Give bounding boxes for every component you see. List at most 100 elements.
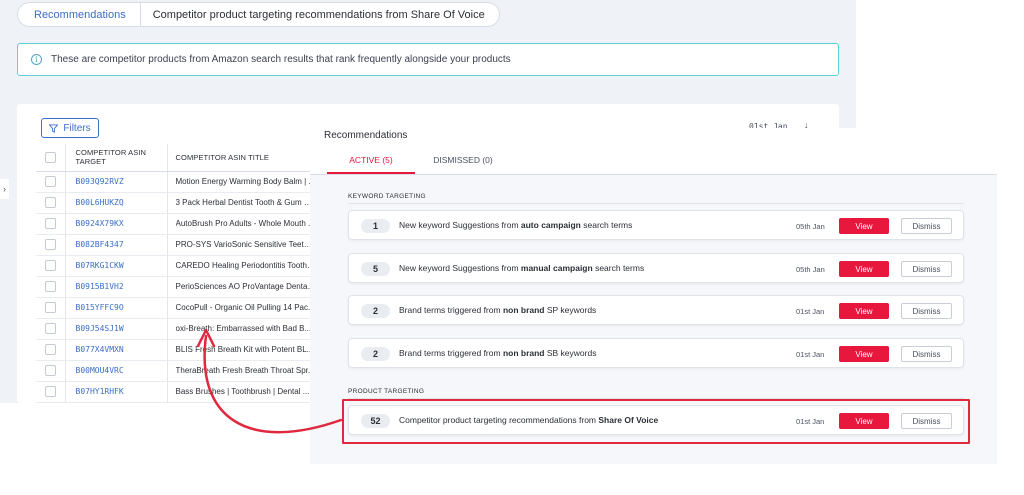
asin-link[interactable]: B0915B1VH2 xyxy=(65,276,168,298)
recommendation-text-highlight: non brand xyxy=(502,305,545,315)
row-checkbox[interactable] xyxy=(44,176,56,188)
asin-title-cell: PerioSciences AO ProVantage Dental ... xyxy=(167,276,326,298)
row-checkbox-cell xyxy=(36,213,66,235)
asin-link[interactable]: B07RKG1CKW xyxy=(65,255,168,277)
asin-link[interactable]: B015YFFC9O xyxy=(65,297,168,319)
row-checkbox-cell xyxy=(36,339,66,361)
recommendation-card: 2 Brand terms triggered from non brand SP… xyxy=(348,295,964,325)
filter-icon xyxy=(49,123,59,133)
asin-link[interactable]: B082BF4347 xyxy=(65,234,168,256)
recommendation-text-suffix: search terms xyxy=(580,220,633,230)
asin-link[interactable]: B07HY1RHFK xyxy=(65,381,168,403)
tab-active[interactable]: ACTIVE (5) xyxy=(327,155,415,165)
asin-title-cell: oxi-Breath: Embarrassed with Bad B... xyxy=(167,318,326,340)
asin-title: PRO-SYS VarioSonic Sensitive Teeth a... xyxy=(175,240,316,249)
table-row[interactable]: B093Q92RVZ Motion Energy Warming Body Bal… xyxy=(36,171,326,193)
section-label-product-targeting: PRODUCT TARGETING xyxy=(348,388,425,395)
table-row[interactable]: B0915B1VH2 PerioSciences AO ProVantage De… xyxy=(36,276,326,298)
row-checkbox[interactable] xyxy=(44,365,56,377)
breadcrumb-current-page: Competitor product targeting recommendat… xyxy=(152,8,485,21)
asin-link[interactable]: B00L6HUKZQ xyxy=(65,192,168,214)
row-checkbox[interactable] xyxy=(44,218,56,230)
dismiss-button[interactable]: Dismiss xyxy=(901,303,952,319)
view-button[interactable]: View xyxy=(839,218,889,234)
recommendation-card: 2 Brand terms triggered from non brand SB… xyxy=(348,338,964,368)
select-all-cell xyxy=(36,144,66,172)
section-label-keyword-targeting: KEYWORD TARGETING xyxy=(348,193,426,200)
column-header-title[interactable]: COMPETITOR ASIN TITLE xyxy=(167,144,326,172)
row-checkbox[interactable] xyxy=(44,260,56,272)
row-checkbox[interactable] xyxy=(44,323,56,335)
row-checkbox-cell xyxy=(36,255,66,277)
asin-title-cell: Bass Brushes | Toothbrush | Dental ... xyxy=(167,381,326,403)
table-row[interactable]: B07HY1RHFK Bass Brushes | Toothbrush | De… xyxy=(36,381,326,403)
asin-link[interactable]: B0924X79KX xyxy=(65,213,168,235)
asin-link[interactable]: B09J54SJ1W xyxy=(65,318,168,340)
breadcrumb-recommendations-link[interactable]: Recommendations xyxy=(18,3,141,26)
asin-title-cell: BLIS Fresh Breath Kit with Potent BL... xyxy=(167,339,326,361)
row-checkbox[interactable] xyxy=(44,302,56,314)
table-row[interactable]: B082BF4347 PRO-SYS VarioSonic Sensitive T… xyxy=(36,234,326,256)
recommendation-text-highlight: non brand xyxy=(502,348,545,358)
asin-link[interactable]: B077X4VMXN xyxy=(65,339,168,361)
column-header-asin[interactable]: COMPETITOR ASIN TARGET xyxy=(65,144,168,172)
view-button[interactable]: View xyxy=(839,303,889,319)
recommendation-text: New keyword Suggestions from auto campai… xyxy=(399,220,632,230)
asin-link[interactable]: B00MOU4VRC xyxy=(65,360,168,382)
recommendation-date: 01st Jan xyxy=(796,350,825,359)
asin-title: CAREDO Healing Periodontitis Toothp... xyxy=(175,261,316,270)
info-banner-text: These are competitor products from Amazo… xyxy=(51,54,511,65)
asin-title: 3 Pack Herbal Dentist Tooth & Gum O... xyxy=(175,198,316,207)
recommendation-date: 05th Jan xyxy=(796,265,825,274)
recommendation-card: 1 New keyword Suggestions from auto campa… xyxy=(348,210,964,240)
sidebar-expand-icon[interactable]: › xyxy=(0,179,9,199)
breadcrumb: Recommendations Competitor product targe… xyxy=(17,2,500,27)
section-divider xyxy=(348,398,964,399)
dismiss-button[interactable]: Dismiss xyxy=(901,346,952,362)
recommendation-date: 01st Jan xyxy=(796,417,825,426)
asin-title-cell: CAREDO Healing Periodontitis Toothp... xyxy=(167,255,326,277)
row-checkbox-cell xyxy=(36,318,66,340)
row-checkbox-cell xyxy=(36,381,66,403)
table-row[interactable]: B00MOU4VRC TheraBreath Fresh Breath Throa… xyxy=(36,360,326,382)
recommendation-text-highlight: auto campaign xyxy=(520,220,581,230)
view-button[interactable]: View xyxy=(839,261,889,277)
table-row[interactable]: B0924X79KX AutoBrush Pro Adults - Whole M… xyxy=(36,213,326,235)
table-row[interactable]: B09J54SJ1W oxi-Breath: Embarrassed with B… xyxy=(36,318,326,340)
table-row[interactable]: B015YFFC9O CocoPull - Organic Oil Pulling… xyxy=(36,297,326,319)
asin-title-cell: CocoPull - Organic Oil Pulling 14 Pac... xyxy=(167,297,326,319)
row-checkbox-cell xyxy=(36,360,66,382)
recommendation-text-highlight: Share Of Voice xyxy=(598,415,659,425)
row-checkbox[interactable] xyxy=(44,386,56,398)
tab-dismissed[interactable]: DISMISSED (0) xyxy=(428,155,498,165)
recommendation-count-badge: 1 xyxy=(361,219,390,233)
table-row[interactable]: B07RKG1CKW CAREDO Healing Periodontitis T… xyxy=(36,255,326,277)
recommendations-panel-header: Recommendations xyxy=(310,128,997,147)
table-row[interactable]: B077X4VMXN BLIS Fresh Breath Kit with Pot… xyxy=(36,339,326,361)
row-checkbox[interactable] xyxy=(44,344,56,356)
dismiss-button[interactable]: Dismiss xyxy=(901,218,952,234)
select-all-checkbox[interactable] xyxy=(44,151,56,163)
section-divider xyxy=(348,203,964,204)
asin-title: PerioSciences AO ProVantage Dental ... xyxy=(175,282,316,291)
row-checkbox-cell xyxy=(36,171,66,193)
dismiss-button[interactable]: Dismiss xyxy=(901,261,952,277)
table-header-row: COMPETITOR ASIN TARGET COMPETITOR ASIN T… xyxy=(36,144,326,172)
asin-link[interactable]: B093Q92RVZ xyxy=(65,171,168,193)
info-banner: i These are competitor products from Ama… xyxy=(17,43,839,76)
recommendation-text-prefix: Brand terms triggered from xyxy=(399,305,503,315)
dismiss-button[interactable]: Dismiss xyxy=(901,413,952,429)
asin-title: Bass Brushes | Toothbrush | Dental ... xyxy=(175,387,310,396)
recommendation-text-prefix: New keyword Suggestions from xyxy=(399,220,521,230)
row-checkbox[interactable] xyxy=(44,197,56,209)
view-button[interactable]: View xyxy=(839,413,889,429)
row-checkbox[interactable] xyxy=(44,239,56,251)
recommendation-card: 5 New keyword Suggestions from manual cam… xyxy=(348,253,964,283)
filters-button[interactable]: Filters xyxy=(41,118,99,138)
table-row[interactable]: B00L6HUKZQ 3 Pack Herbal Dentist Tooth & … xyxy=(36,192,326,214)
row-checkbox-cell xyxy=(36,297,66,319)
asin-title-cell: PRO-SYS VarioSonic Sensitive Teeth a... xyxy=(167,234,326,256)
row-checkbox[interactable] xyxy=(44,281,56,293)
asin-title: oxi-Breath: Embarrassed with Bad B... xyxy=(175,324,312,333)
view-button[interactable]: View xyxy=(839,346,889,362)
